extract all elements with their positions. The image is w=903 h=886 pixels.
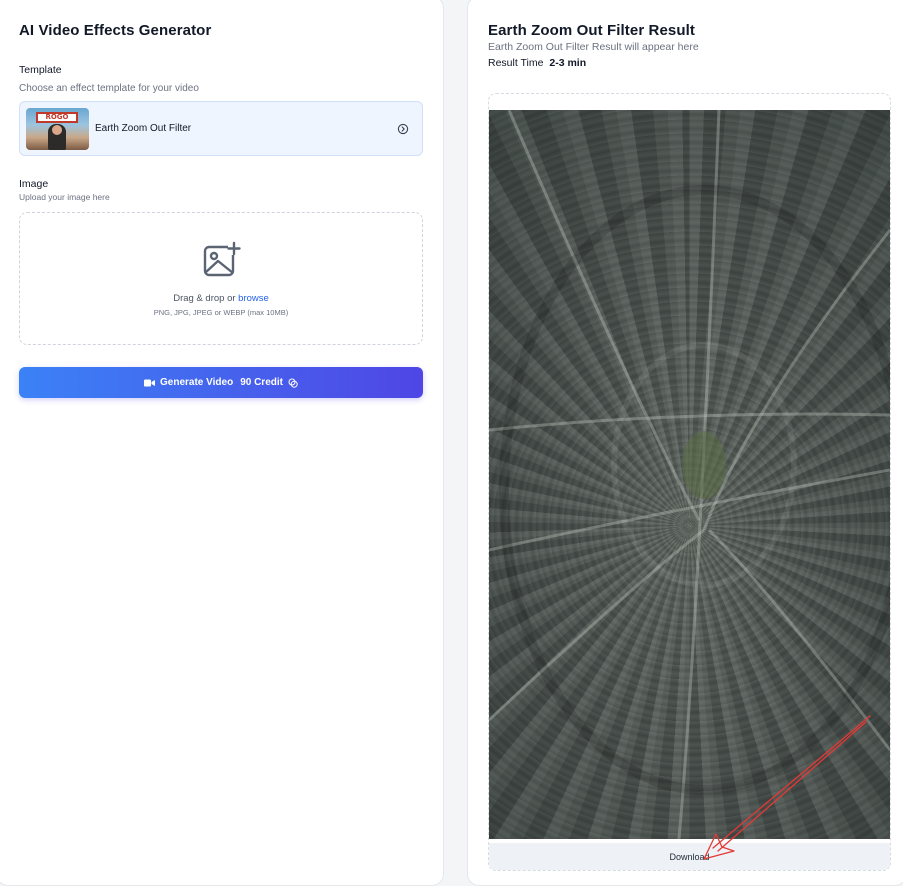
result-title: Earth Zoom Out Filter Result — [488, 22, 695, 39]
template-thumbnail: ROGO — [26, 108, 89, 150]
thumbnail-sign: ROGO — [36, 112, 78, 123]
result-time-value: 2-3 min — [549, 57, 587, 69]
download-label: Download — [669, 851, 710, 862]
video-camera-icon — [144, 379, 155, 386]
browse-link[interactable]: browse — [238, 293, 269, 304]
download-button[interactable]: Download — [489, 843, 890, 870]
image-label: Image — [19, 178, 49, 190]
drag-drop-text: Drag & drop or — [173, 293, 239, 304]
result-time-label: Result Time — [488, 57, 544, 69]
template-name: Earth Zoom Out Filter — [95, 123, 192, 134]
generator-title: AI Video Effects Generator — [19, 22, 212, 39]
credit-cost: 90 Credit — [240, 377, 283, 388]
result-video[interactable] — [489, 110, 890, 839]
generate-video-label: Generate Video — [160, 377, 234, 388]
dropzone-instructions: Drag & drop or browse — [20, 293, 422, 304]
coins-icon — [288, 378, 298, 388]
template-hint: Choose an effect template for your video — [19, 83, 199, 94]
template-selector[interactable]: ROGO Earth Zoom Out Filter — [19, 101, 423, 156]
image-hint: Upload your image here — [19, 192, 110, 202]
generate-video-button[interactable]: Generate Video 90 Credit — [19, 367, 423, 398]
thumbnail-face — [52, 125, 62, 135]
result-time: Result Time 2-3 min — [488, 57, 586, 69]
video-center-park — [682, 431, 726, 499]
template-label: Template — [19, 64, 62, 76]
image-dropzone[interactable]: Drag & drop or browse PNG, JPG, JPEG or … — [19, 212, 423, 345]
result-subtitle: Earth Zoom Out Filter Result will appear… — [488, 41, 699, 53]
image-plus-icon — [203, 241, 241, 277]
file-format-hint: PNG, JPG, JPEG or WEBP (max 10MB) — [153, 308, 289, 317]
chevron-right-circle-icon[interactable] — [397, 123, 409, 135]
video-aerial-roads — [489, 110, 890, 839]
